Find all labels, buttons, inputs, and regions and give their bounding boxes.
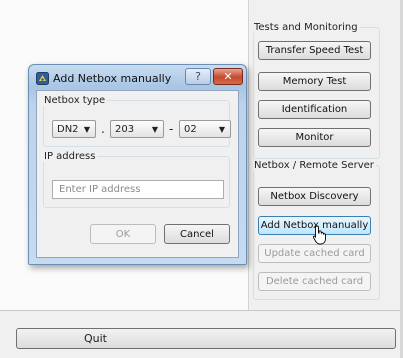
netbox-model-select[interactable]: DN2 ▼ — [52, 120, 96, 138]
type-separator-dot: . — [101, 122, 105, 136]
chevron-down-icon: ▼ — [218, 124, 226, 134]
divider — [0, 310, 403, 311]
update-cached-card-button[interactable]: Update cached card — [258, 244, 371, 263]
ip-address-legend: IP address — [44, 151, 96, 162]
dialog-title: Add Netbox manually — [53, 72, 172, 85]
help-icon: ? — [195, 70, 201, 83]
quit-label: Quit — [84, 332, 107, 345]
netbox-app-icon — [36, 72, 49, 85]
close-icon: ✕ — [223, 70, 233, 83]
close-button[interactable]: ✕ — [213, 68, 243, 85]
dialog-body: Netbox type DN2 ▼ . 203 ▼ - 02 ▼ IP addr… — [36, 90, 239, 258]
ip-address-field[interactable] — [53, 181, 223, 198]
netbox-model-value: DN2 — [57, 123, 79, 135]
netbox-discovery-button[interactable]: Netbox Discovery — [258, 187, 371, 206]
netbox-remote-server-legend: Netbox / Remote Server — [254, 160, 374, 171]
netbox-number-value: 203 — [115, 123, 135, 135]
tests-monitoring-legend: Tests and Monitoring — [254, 22, 358, 33]
cancel-button[interactable]: Cancel — [164, 224, 230, 244]
netbox-type-legend: Netbox type — [44, 95, 106, 106]
memory-test-button[interactable]: Memory Test — [258, 72, 371, 91]
add-netbox-dialog: Add Netbox manually ? ✕ Netbox type DN2 … — [28, 64, 247, 265]
monitor-button[interactable]: Monitor — [258, 128, 371, 147]
transfer-speed-test-button[interactable]: Transfer Speed Test — [258, 41, 371, 60]
netbox-variant-select[interactable]: 02 ▼ — [179, 120, 231, 138]
chevron-down-icon: ▼ — [151, 124, 159, 134]
ip-address-input[interactable] — [52, 180, 224, 199]
chevron-down-icon: ▼ — [83, 124, 91, 134]
type-separator-dash: - — [169, 122, 174, 136]
hand-pointer-icon — [312, 225, 326, 245]
netbox-number-select[interactable]: 203 ▼ — [110, 120, 164, 138]
ok-button[interactable]: OK — [90, 224, 156, 244]
help-button[interactable]: ? — [185, 68, 211, 85]
delete-cached-card-button[interactable]: Delete cached card — [258, 272, 371, 291]
main-window: Tests and Monitoring Transfer Speed Test… — [0, 0, 403, 358]
netbox-variant-value: 02 — [184, 123, 197, 135]
quit-button[interactable]: Quit — [16, 328, 396, 349]
identification-button[interactable]: Identification — [258, 100, 371, 119]
